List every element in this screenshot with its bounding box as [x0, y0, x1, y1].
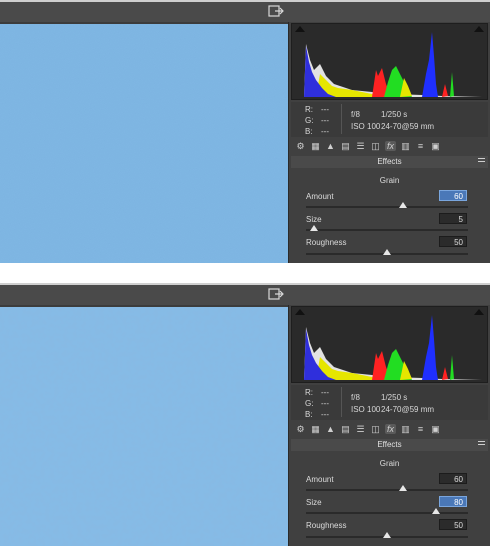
info-panel: R: --- G: --- B: --- f/8 1/250 s ISO 10024-7… — [291, 385, 488, 420]
aperture-readout: f/8 — [351, 393, 360, 402]
stripes-icon[interactable]: ☰ — [355, 141, 366, 151]
grain-group-title: Grain — [379, 459, 400, 468]
amount-label: Amount — [306, 475, 334, 484]
size-input[interactable]: 80 — [439, 496, 467, 507]
presets-icon[interactable]: ▣ — [430, 424, 441, 434]
grid-icon[interactable]: ▦ — [310, 424, 321, 434]
iso-readout: ISO 100 — [351, 122, 381, 131]
size-slider-track[interactable] — [306, 512, 468, 514]
roughness-label: Roughness — [306, 521, 347, 530]
histogram — [291, 306, 488, 383]
iso-readout: ISO 100 — [351, 405, 381, 414]
section-title: Effects — [377, 440, 402, 449]
size-label: Size — [306, 215, 322, 224]
size-slider-thumb[interactable] — [431, 508, 440, 514]
roughness-slider-thumb[interactable] — [383, 532, 391, 538]
open-object-icon[interactable] — [268, 4, 284, 18]
amount-label: Amount — [306, 192, 334, 201]
roughness-input[interactable]: 50 — [439, 236, 467, 247]
panel-tab-bar: ⚙ ▦ ▲ ▤ ☰ ◫ fx ▥ ≡ ▣ — [291, 139, 488, 154]
section-title: Effects — [377, 157, 402, 166]
lens-readout: 24-70@59 mm — [381, 405, 435, 414]
split-icon[interactable]: ▤ — [340, 141, 351, 151]
aperture-readout: f/8 — [351, 110, 360, 119]
lens-icon[interactable]: ◫ — [370, 141, 381, 151]
roughness-slider-thumb[interactable] — [383, 249, 391, 255]
camera-film-icon[interactable]: ▥ — [400, 424, 411, 434]
grain-group-title: Grain — [379, 176, 400, 185]
shutter-readout: 1/250 s — [381, 110, 408, 119]
mountain-icon[interactable]: ▲ — [325, 141, 336, 151]
amount-input[interactable]: 60 — [439, 473, 467, 484]
amount-slider-thumb[interactable] — [399, 202, 408, 208]
panel-tab-bar: ⚙ ▦ ▲ ▤ ☰ ◫ fx ▥ ≡ ▣ — [291, 422, 488, 437]
split-icon[interactable]: ▤ — [340, 424, 351, 434]
section-header: Effects — [291, 156, 488, 168]
amount-slider-thumb[interactable] — [399, 485, 408, 491]
fx-icon[interactable]: fx — [385, 424, 396, 434]
aperture-icon[interactable]: ⚙ — [295, 141, 306, 151]
sliders-icon[interactable]: ≡ — [415, 424, 426, 434]
camera-film-icon[interactable]: ▥ — [400, 141, 411, 151]
separator — [0, 263, 490, 283]
section-header: Effects — [291, 439, 488, 451]
fx-icon[interactable]: fx — [385, 141, 396, 151]
roughness-label: Roughness — [306, 238, 347, 247]
sidebar: R: --- G: --- B: --- f/8 1/250 s ISO 10024-7… — [289, 22, 490, 263]
lens-readout: 24-70@59 mm — [381, 122, 435, 131]
open-object-icon[interactable] — [268, 287, 284, 301]
presets-icon[interactable]: ▣ — [430, 141, 441, 151]
panel-coarse-grain: R: --- G: --- B: --- f/8 1/250 s ISO 10024-7… — [0, 283, 490, 546]
image-canvas[interactable] — [0, 24, 288, 263]
image-canvas[interactable] — [0, 307, 288, 546]
size-label: Size — [306, 498, 322, 507]
stripes-icon[interactable]: ☰ — [355, 424, 366, 434]
aperture-icon[interactable]: ⚙ — [295, 424, 306, 434]
shutter-readout: 1/250 s — [381, 393, 408, 402]
grid-icon[interactable]: ▦ — [310, 141, 321, 151]
top-bar — [0, 283, 490, 305]
info-panel: R: --- G: --- B: --- f/8 1/250 s ISO 10024-7… — [291, 102, 488, 137]
amount-input[interactable]: 60 — [439, 190, 467, 201]
panel-menu-icon[interactable] — [478, 441, 485, 448]
amount-slider-track[interactable] — [306, 206, 468, 208]
amount-slider-track[interactable] — [306, 489, 468, 491]
panel-menu-icon[interactable] — [478, 158, 485, 165]
sliders-icon[interactable]: ≡ — [415, 141, 426, 151]
size-slider-track[interactable] — [306, 229, 468, 231]
lens-icon[interactable]: ◫ — [370, 424, 381, 434]
size-input[interactable]: 5 — [439, 213, 467, 224]
panel-fine-grain: R: --- G: --- B: --- f/8 1/250 s ISO 10024-7… — [0, 0, 490, 263]
size-slider-thumb[interactable] — [310, 225, 319, 231]
histogram — [291, 23, 488, 100]
roughness-input[interactable]: 50 — [439, 519, 467, 530]
sidebar: R: --- G: --- B: --- f/8 1/250 s ISO 10024-7… — [289, 305, 490, 546]
mountain-icon[interactable]: ▲ — [325, 424, 336, 434]
top-bar — [0, 0, 490, 22]
